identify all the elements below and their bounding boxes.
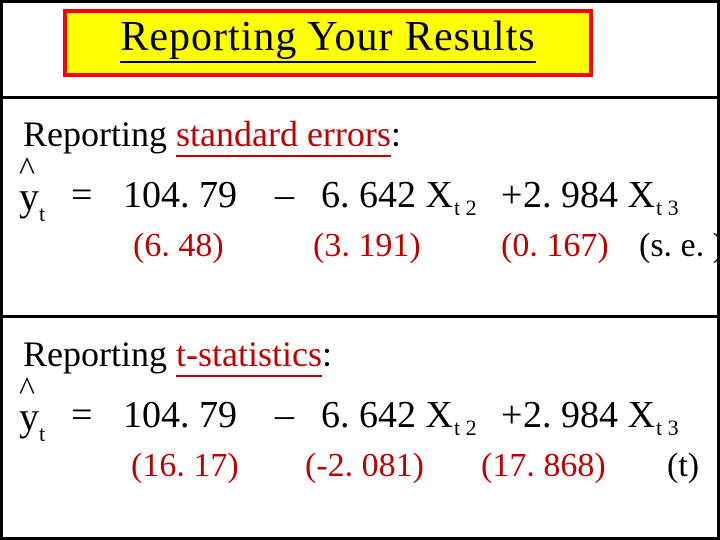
b3-val: 2. 984 X bbox=[523, 394, 655, 436]
page-title: Reporting Your Results bbox=[75, 16, 581, 58]
se-label: (s. e. ) bbox=[639, 227, 720, 265]
title-text: Reporting Your Results bbox=[120, 14, 535, 63]
b3-term: 2. 984 Xt 3 bbox=[523, 393, 678, 437]
b3-term: 2. 984 Xt 3 bbox=[523, 173, 678, 217]
b2-sub: t 2 bbox=[454, 195, 477, 220]
yhat: ^ yt bbox=[19, 393, 45, 445]
se-b3: (0. 167) bbox=[501, 227, 609, 265]
slide: Reporting Your Results Reporting standar… bbox=[0, 0, 720, 540]
plus-sign: + bbox=[501, 393, 522, 437]
const-term: 104. 79 bbox=[123, 173, 237, 217]
heading-t: Reporting t-statistics: bbox=[23, 333, 701, 375]
b2-val: 6. 642 X bbox=[321, 394, 453, 436]
y-sub: t bbox=[39, 201, 45, 226]
equation-t: ^ yt = 104. 79 – 6. 642 Xt 2 + 2. 984 Xt… bbox=[23, 387, 701, 447]
b2-term: 6. 642 Xt 2 bbox=[321, 173, 476, 217]
t-b2: (-2. 081) bbox=[305, 447, 424, 485]
heading-colon: : bbox=[322, 334, 332, 374]
divider bbox=[3, 96, 717, 99]
heading-plain: Reporting bbox=[23, 334, 176, 374]
t-label: (t) bbox=[667, 447, 699, 485]
heading-red: standard errors bbox=[176, 114, 391, 157]
equation-se: ^ yt = 104. 79 – 6. 642 Xt 2 + 2. 984 Xt… bbox=[23, 167, 701, 227]
se-const: (6. 48) bbox=[133, 227, 224, 265]
b2-sub: t 2 bbox=[454, 415, 477, 440]
const-term: 104. 79 bbox=[123, 393, 237, 437]
minus-sign: – bbox=[275, 173, 294, 217]
se-values-row: (6. 48) (3. 191) (0. 167) (s. e. ) bbox=[23, 227, 701, 273]
b3-sub: t 3 bbox=[656, 415, 679, 440]
y-sub: t bbox=[39, 421, 45, 446]
b3-val: 2. 984 X bbox=[523, 174, 655, 216]
eq-sign: = bbox=[71, 393, 92, 437]
se-b2: (3. 191) bbox=[313, 227, 421, 265]
yhat: ^ yt bbox=[19, 173, 45, 225]
hat-symbol: ^ bbox=[19, 151, 35, 189]
t-values-row: (16. 17) (-2. 081) (17. 868) (t) bbox=[23, 447, 701, 493]
section-t-stats: Reporting t-statistics: ^ yt = 104. 79 –… bbox=[23, 333, 701, 493]
minus-sign: – bbox=[275, 393, 294, 437]
heading-red: t-statistics bbox=[176, 334, 322, 377]
plus-sign: + bbox=[501, 173, 522, 217]
t-const: (16. 17) bbox=[131, 447, 239, 485]
hat-symbol: ^ bbox=[19, 371, 35, 409]
heading-se: Reporting standard errors: bbox=[23, 113, 701, 155]
b2-val: 6. 642 X bbox=[321, 174, 453, 216]
section-standard-errors: Reporting standard errors: ^ yt = 104. 7… bbox=[23, 113, 701, 273]
t-b3: (17. 868) bbox=[481, 447, 606, 485]
eq-sign: = bbox=[71, 173, 92, 217]
divider bbox=[3, 315, 717, 318]
heading-colon: : bbox=[391, 114, 401, 154]
b2-term: 6. 642 Xt 2 bbox=[321, 393, 476, 437]
title-banner: Reporting Your Results bbox=[63, 9, 593, 77]
heading-plain: Reporting bbox=[23, 114, 176, 154]
b3-sub: t 3 bbox=[656, 195, 679, 220]
